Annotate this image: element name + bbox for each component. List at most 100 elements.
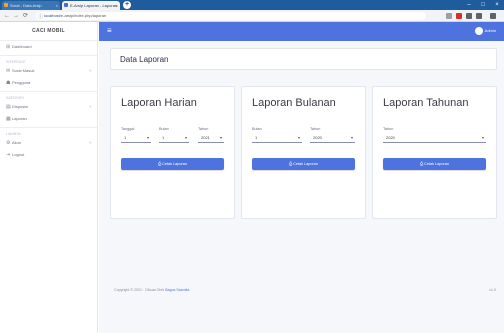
print-report-button[interactable]: ⎙ Cetak Laporan: [121, 158, 224, 170]
footer-author-link[interactable]: Bagus Sasmita: [165, 288, 189, 292]
field-label: Tahun: [383, 127, 394, 131]
chevron-down-icon: ▾: [184, 135, 187, 140]
sidebar-heading: KATEGORI: [0, 91, 97, 101]
print-report-button[interactable]: ⎙ Cetak Laporan: [252, 158, 355, 170]
select-value: 2020: [313, 135, 322, 140]
sidebar-brand[interactable]: CACI MOBIL: [0, 22, 97, 41]
field-label: Tanggal: [121, 127, 135, 131]
favicon-icon: [64, 3, 68, 7]
signout-icon: ⇥: [6, 152, 11, 158]
profile-icon[interactable]: [476, 13, 482, 19]
day-select[interactable]: 1 ▾: [121, 134, 151, 143]
maximize-button[interactable]: □: [476, 0, 490, 10]
select-value: 1: [124, 135, 127, 140]
chevron-right-icon: ›: [89, 68, 91, 74]
printer-icon: ⎙: [288, 162, 293, 166]
select-value: 1: [162, 135, 165, 140]
sidebar-heading: INTERFACE: [0, 55, 97, 65]
print-report-button[interactable]: ⎙ Cetak Laporan: [383, 158, 486, 170]
button-label: Cetak Laporan: [424, 162, 450, 166]
sidebar-item-laporan[interactable]: ▦ Laporan: [0, 113, 97, 125]
footer-copyright: Copyright © 2021 · Dibuat Oleh Bagus Sas…: [114, 288, 189, 292]
field-label: Tahun: [198, 127, 209, 131]
sidebar-item-surat-masuk[interactable]: ✉ Surat Masuk ›: [0, 65, 97, 77]
close-window-button[interactable]: ×: [490, 0, 504, 10]
sidebar-menu: ⊞ Dashboard INTERFACE ✉ Surat Masuk › ☗ Penggun…: [0, 41, 97, 161]
gauge-icon: ⊞: [6, 44, 11, 50]
chevron-down-icon: ▾: [481, 135, 484, 140]
year-select[interactable]: 2020 ▾: [310, 134, 355, 143]
reload-button[interactable]: ⟳: [23, 11, 28, 21]
browser-tab-bar: Surat - Data Arsip × E-Arsip Laporan - L…: [0, 0, 504, 10]
sidebar-heading: LAINNYA: [0, 127, 97, 137]
minimize-button[interactable]: –: [462, 0, 476, 10]
user-icon: ☗: [6, 80, 11, 86]
sidebar-item-label: Pengguna: [12, 80, 31, 85]
browser-tab-1[interactable]: Surat - Data Arsip ×: [2, 1, 60, 10]
url-input[interactable]: ⓘ localhost/e-arsip/index.php/laporan: [36, 12, 426, 20]
field-label: Tahun: [310, 127, 321, 131]
sidebar-item-akun[interactable]: ⚙ Akun ›: [0, 137, 97, 149]
page-title: Data Laporan: [120, 55, 169, 64]
close-tab-icon[interactable]: ×: [116, 1, 118, 10]
chevron-right-icon: ›: [89, 140, 91, 146]
avatar: [474, 26, 483, 35]
tab-title: Surat - Data Arsip: [10, 3, 42, 8]
back-button[interactable]: ←: [4, 11, 10, 21]
card-title: Laporan Harian: [121, 97, 197, 109]
forward-button[interactable]: →: [13, 11, 19, 21]
menu-toggle-icon[interactable]: ≡: [107, 27, 112, 35]
button-label: Cetak Laporan: [293, 162, 319, 166]
envelope-icon: ✉: [6, 68, 11, 74]
sidebar-item-pengguna[interactable]: ☗ Pengguna: [0, 77, 97, 89]
card-title: Laporan Tahunan: [383, 97, 469, 109]
cog-icon: ⚙: [6, 140, 11, 146]
sidebar-item-label: Disposisi: [12, 104, 29, 109]
chevron-down-icon: ▾: [350, 135, 353, 140]
select-value: 1: [255, 135, 258, 140]
url-host: localhost: [44, 13, 60, 18]
browser-tab-2[interactable]: E-Arsip Laporan - Laporan ×: [62, 1, 120, 10]
url-path: /e-arsip/index.php/laporan: [59, 13, 107, 18]
select-value: 2021: [201, 135, 210, 140]
new-tab-button[interactable]: +: [123, 1, 131, 9]
close-tab-icon[interactable]: ×: [56, 1, 58, 10]
sidebar-item-label: Logout: [12, 152, 25, 157]
browser-menu-icon[interactable]: [490, 13, 496, 19]
sidebar-item-logout[interactable]: ⇥ Logout: [0, 149, 97, 161]
sidebar: CACI MOBIL ⊞ Dashboard INTERFACE ✉ Surat Mas…: [0, 22, 98, 333]
sidebar-item-label: Akun: [12, 140, 22, 145]
sidebar-item-dashboard[interactable]: ⊞ Dashboard: [0, 41, 97, 53]
year-select[interactable]: 2020 ▾: [383, 134, 486, 143]
topbar: ≡ Admin: [99, 22, 504, 41]
user-menu[interactable]: Admin: [474, 26, 496, 36]
main-content: Data Laporan Laporan Harian Tanggal Bula…: [99, 41, 504, 333]
footer-text: Copyright © 2021 · Dibuat Oleh: [114, 288, 165, 292]
field-label: Bulan: [252, 127, 262, 131]
favicon-icon: [4, 3, 8, 7]
card-laporan-bulanan: Laporan Bulanan Bulan Tahun 1 ▾ 2020 ▾ ⎙ C…: [241, 86, 366, 219]
card-laporan-tahunan: Laporan Tahunan Tahun 2020 ▾ ⎙ Cetak Lapo…: [372, 86, 497, 219]
extension-icon[interactable]: [456, 13, 462, 19]
sidebar-item-disposisi[interactable]: ▤ Disposisi ›: [0, 101, 97, 113]
sidebar-item-label: Dashboard: [12, 44, 32, 49]
chevron-down-icon: ▾: [146, 135, 149, 140]
tab-title: E-Arsip Laporan - Laporan: [70, 3, 118, 8]
chevron-down-icon: ▾: [219, 135, 222, 140]
page-header: Data Laporan: [110, 48, 497, 70]
card-laporan-harian: Laporan Harian Tanggal Bulan Tahun 1 ▾ 1 ▾…: [110, 86, 235, 219]
month-select[interactable]: 1 ▾: [159, 134, 189, 143]
year-select[interactable]: 2021 ▾: [198, 134, 224, 143]
user-name: Admin: [484, 28, 496, 33]
field-label: Bulan: [159, 127, 169, 131]
lock-icon: ⓘ: [38, 14, 44, 20]
printer-icon: ⎙: [157, 162, 162, 166]
star-icon[interactable]: [446, 13, 452, 19]
month-select[interactable]: 1 ▾: [252, 134, 302, 143]
printer-icon: ⎙: [419, 162, 424, 166]
extension-icon[interactable]: [466, 13, 472, 19]
button-label: Cetak Laporan: [162, 162, 188, 166]
chevron-right-icon: ›: [89, 104, 91, 110]
sidebar-item-label: Surat Masuk: [12, 68, 35, 73]
card-title: Laporan Bulanan: [252, 97, 336, 109]
